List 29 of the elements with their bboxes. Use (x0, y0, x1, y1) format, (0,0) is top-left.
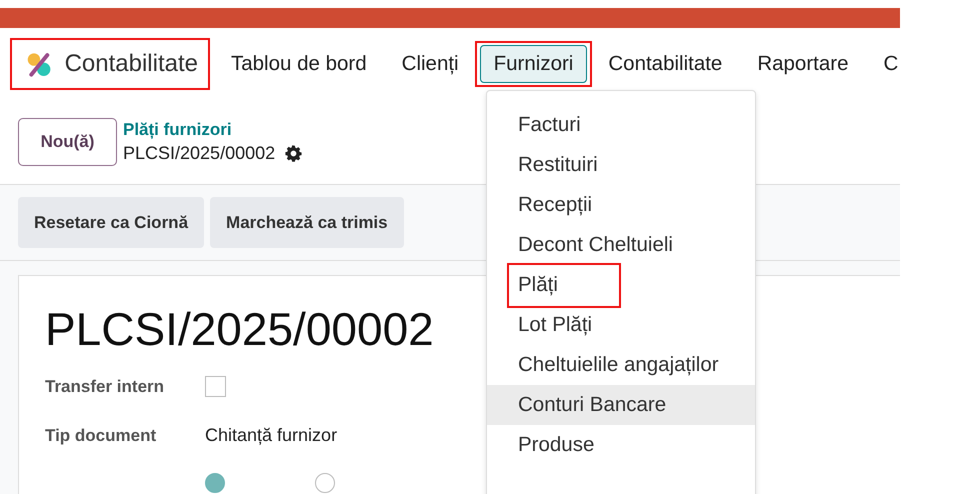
dropdown-item[interactable]: Plăți (487, 265, 755, 305)
radio-button[interactable] (315, 473, 335, 493)
dropdown-item[interactable]: Cheltuielile angajaților (487, 345, 755, 385)
radio-button[interactable] (205, 473, 225, 493)
menu-item[interactable]: Clienți (388, 45, 473, 83)
menu-item[interactable]: Tablou de bord (217, 45, 381, 83)
dropdown-item[interactable]: Restituiri (487, 145, 755, 185)
field-label: Transfer intern (45, 376, 166, 396)
dropdown-item[interactable]: Facturi (487, 105, 755, 145)
new-button[interactable]: Nou(ă) (18, 118, 117, 166)
action-button[interactable]: Resetare ca Ciornă (18, 197, 204, 248)
record-title: PLCSI/2025/00002 (45, 302, 434, 356)
menu-item[interactable]: Raportare (743, 45, 862, 83)
app-name[interactable]: Contabilitate (64, 50, 198, 78)
field-value[interactable]: Chitanță furnizor (205, 425, 338, 446)
menu-item[interactable]: C (870, 45, 900, 83)
dropdown-item[interactable]: Recepții (487, 185, 755, 225)
record-name: PLCSI/2025/00002 (123, 143, 276, 164)
breadcrumb-link[interactable]: Plăți furnizori (123, 120, 302, 140)
dropdown-item[interactable]: Lot Plăți (487, 305, 755, 345)
settings-icon[interactable] (285, 145, 302, 162)
checkbox[interactable] (205, 376, 226, 397)
dropdown-item[interactable]: Produse (487, 425, 755, 465)
dropdown-item[interactable]: Decont Cheltuieli (487, 225, 755, 265)
menu-item[interactable]: Contabilitate (594, 45, 736, 83)
field-label: Tip document (45, 426, 158, 446)
action-button[interactable]: Marchează ca trimis (210, 197, 404, 248)
menu-item[interactable]: Furnizori (480, 45, 588, 83)
dropdown-item[interactable]: Conturi Bancare (487, 385, 755, 425)
